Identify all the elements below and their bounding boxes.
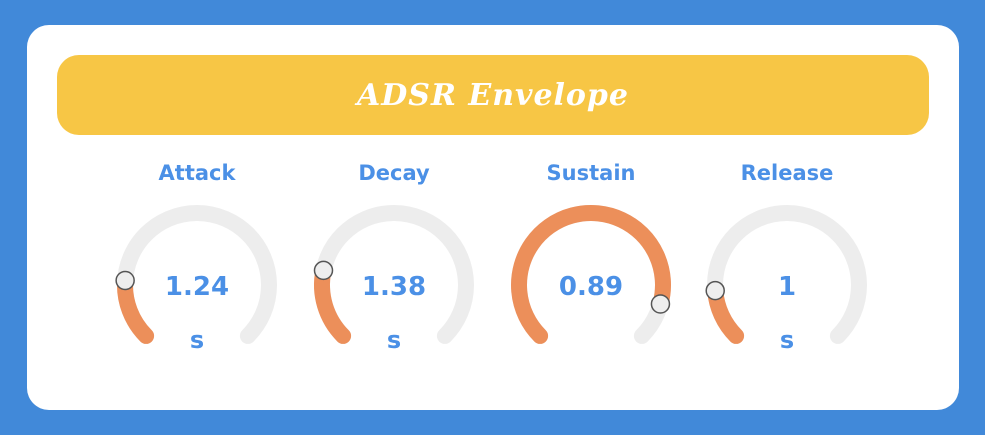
knob-sustain[interactable]: Sustain 0.89: [501, 155, 681, 370]
knob-decay[interactable]: Decay 1.38 s: [304, 155, 484, 370]
knob-unit-decay: s: [386, 326, 402, 354]
knob-label-attack: Attack: [158, 161, 236, 185]
knob-value-sustain: 0.89: [558, 272, 624, 302]
knob-label-decay: Decay: [358, 161, 430, 185]
knob-attack[interactable]: Attack 1.24 s: [107, 155, 287, 370]
knob-value-decay: 1.38: [361, 272, 427, 302]
knob-unit-release: s: [779, 326, 795, 354]
knob-label-sustain: Sustain: [546, 161, 636, 185]
title-banner: ADSR Envelope: [57, 55, 929, 135]
knob-label-release: Release: [740, 161, 834, 185]
knob-value-attack: 1.24: [164, 272, 230, 302]
knob-release[interactable]: Release 1 s: [697, 155, 877, 370]
knob-value-release: 1: [777, 272, 797, 302]
page-title: ADSR Envelope: [357, 77, 629, 113]
knob-unit-attack: s: [189, 326, 205, 354]
adsr-card: ADSR Envelope Attack 1.24 s Decay 1.38 s…: [27, 25, 959, 410]
